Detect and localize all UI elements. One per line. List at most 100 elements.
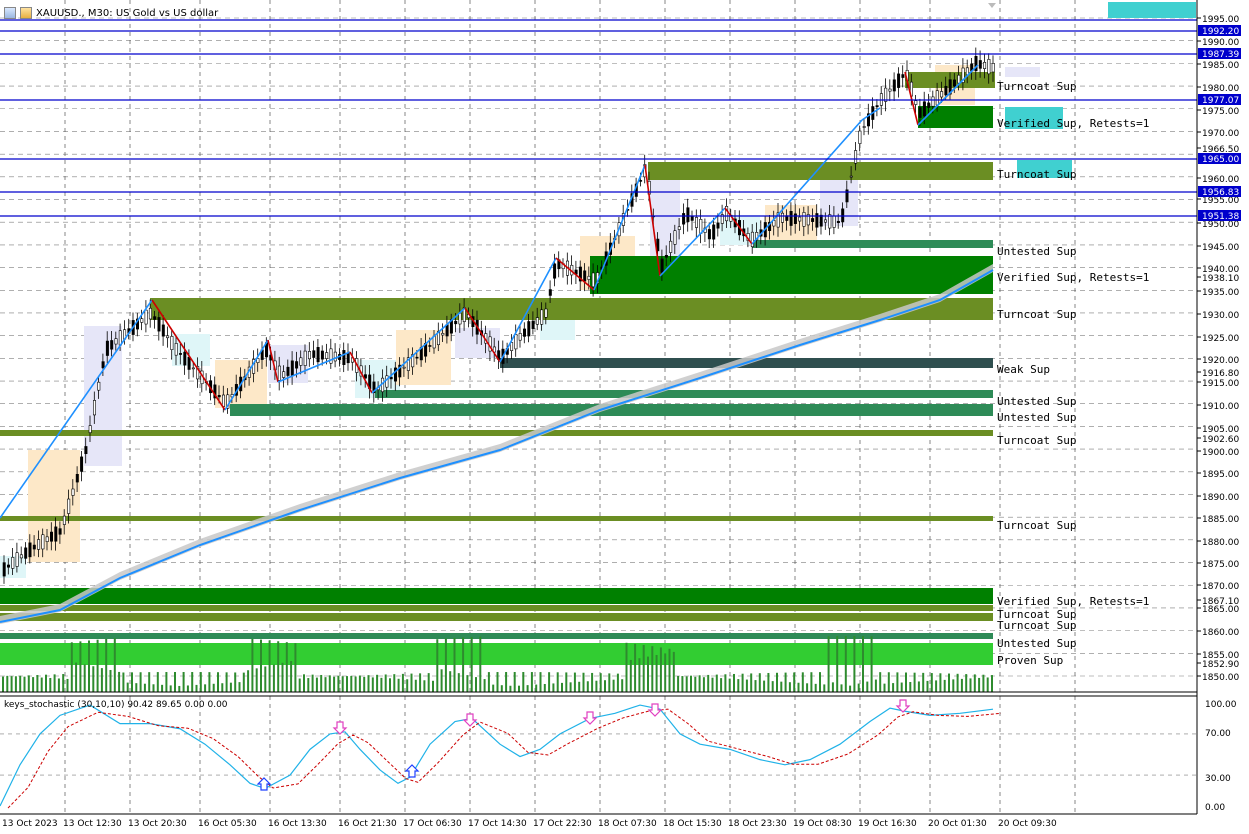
volume-bar <box>393 674 396 692</box>
volume-bar <box>238 682 241 692</box>
volume-bar <box>401 673 404 692</box>
volume-bar <box>677 675 680 692</box>
volume-bar <box>57 678 60 692</box>
volume-bar <box>956 673 959 692</box>
volume-bar <box>771 681 774 692</box>
volume-bar <box>784 672 787 692</box>
volume-bar <box>2 676 4 692</box>
candle-body <box>71 488 75 496</box>
volume-bar <box>849 685 852 692</box>
swing-box <box>84 326 122 466</box>
volume-bar <box>255 668 258 692</box>
volume-bar <box>543 683 546 692</box>
volume-bar <box>290 661 293 692</box>
volume-bar <box>45 674 47 692</box>
volume-bar <box>161 684 164 692</box>
volume-bar <box>380 677 383 692</box>
candle-body <box>458 312 462 325</box>
sr-zone <box>0 588 993 604</box>
volume-bar <box>371 677 374 692</box>
volume-bar <box>479 636 482 692</box>
sr-zone <box>375 390 993 398</box>
volume-bar <box>616 673 619 692</box>
volume-bar <box>217 672 219 692</box>
volume-bar <box>823 684 826 692</box>
swing-box <box>820 178 858 226</box>
volume-bar <box>131 672 133 692</box>
volume-bar <box>191 672 194 692</box>
volume-bar <box>453 637 456 692</box>
candle-body <box>183 351 187 366</box>
candle-body <box>49 531 53 542</box>
candle-body <box>454 320 458 325</box>
volume-bar <box>156 672 159 692</box>
price-tick-label: 1980.00 <box>1202 84 1239 94</box>
sr-zone <box>0 430 993 436</box>
trade-panel-marker[interactable] <box>1108 2 1196 18</box>
candle-body <box>690 216 694 221</box>
candle-body <box>428 345 432 347</box>
chart-window-icon[interactable] <box>4 7 16 19</box>
candle-body <box>527 321 531 337</box>
time-label: 16 Oct 13:30 <box>268 819 327 829</box>
candle-body <box>522 328 526 337</box>
volume-bar <box>900 682 903 692</box>
volume-bar <box>324 677 327 692</box>
candle-body <box>19 554 23 559</box>
price-level-label: 1977.07 <box>1202 96 1239 106</box>
candle-body <box>991 63 995 73</box>
volume-bar <box>397 678 400 692</box>
volume-bar <box>487 672 490 692</box>
candle-body <box>312 350 316 358</box>
candle-body <box>940 91 944 98</box>
volume-bar <box>522 672 525 692</box>
volume-bar <box>535 684 538 692</box>
volume-bar <box>973 674 976 692</box>
volume-bar <box>40 677 43 692</box>
volume-bar <box>152 684 155 692</box>
volume-bar <box>767 672 770 692</box>
volume-bar <box>88 640 90 692</box>
price-tick-label: 1920.00 <box>1202 356 1239 366</box>
volume-bar <box>561 682 563 692</box>
volume-bar <box>569 682 572 692</box>
time-label: 13 Oct 20:30 <box>128 819 187 829</box>
volume-bar <box>681 676 684 692</box>
candle-body <box>290 360 294 376</box>
volume-bar <box>711 677 714 692</box>
volume-bar <box>229 682 232 692</box>
volume-bar <box>917 681 920 692</box>
time-label: 13 Oct 2023 <box>2 819 58 829</box>
candle-body <box>811 218 815 222</box>
volume-bar <box>346 676 348 692</box>
volume-bar <box>350 675 353 692</box>
candle-body <box>583 270 587 282</box>
sr-zone <box>648 162 993 180</box>
zone-label: Turncoat Sup <box>997 434 1076 447</box>
volume-bar <box>608 673 611 692</box>
volume-bar <box>27 675 30 692</box>
symbol-label: XAUUSD., M30: US Gold vs US dollar <box>36 7 219 19</box>
time-label: 17 Oct 14:30 <box>468 819 527 829</box>
volume-bar <box>625 642 628 692</box>
volume-bar <box>10 676 13 692</box>
volume-bar <box>492 684 495 692</box>
candle-body <box>88 425 92 433</box>
candle-body <box>931 96 935 107</box>
volume-bar <box>887 672 890 692</box>
volume-bar <box>470 636 473 692</box>
candle-body <box>222 394 226 407</box>
volume-bar <box>247 670 250 692</box>
candle-body <box>944 85 948 96</box>
candle-body <box>333 351 337 362</box>
volume-bar <box>427 673 430 692</box>
candle-body <box>282 371 286 378</box>
volume-bar <box>195 684 198 692</box>
zone-label: Proven Sup <box>997 654 1063 667</box>
candle-body <box>686 207 690 222</box>
volume-bar <box>922 672 925 692</box>
time-label: 18 Oct 15:30 <box>663 819 722 829</box>
symbol-icon[interactable] <box>20 7 32 19</box>
volume-bar <box>548 672 551 692</box>
volume-bar <box>840 684 843 692</box>
